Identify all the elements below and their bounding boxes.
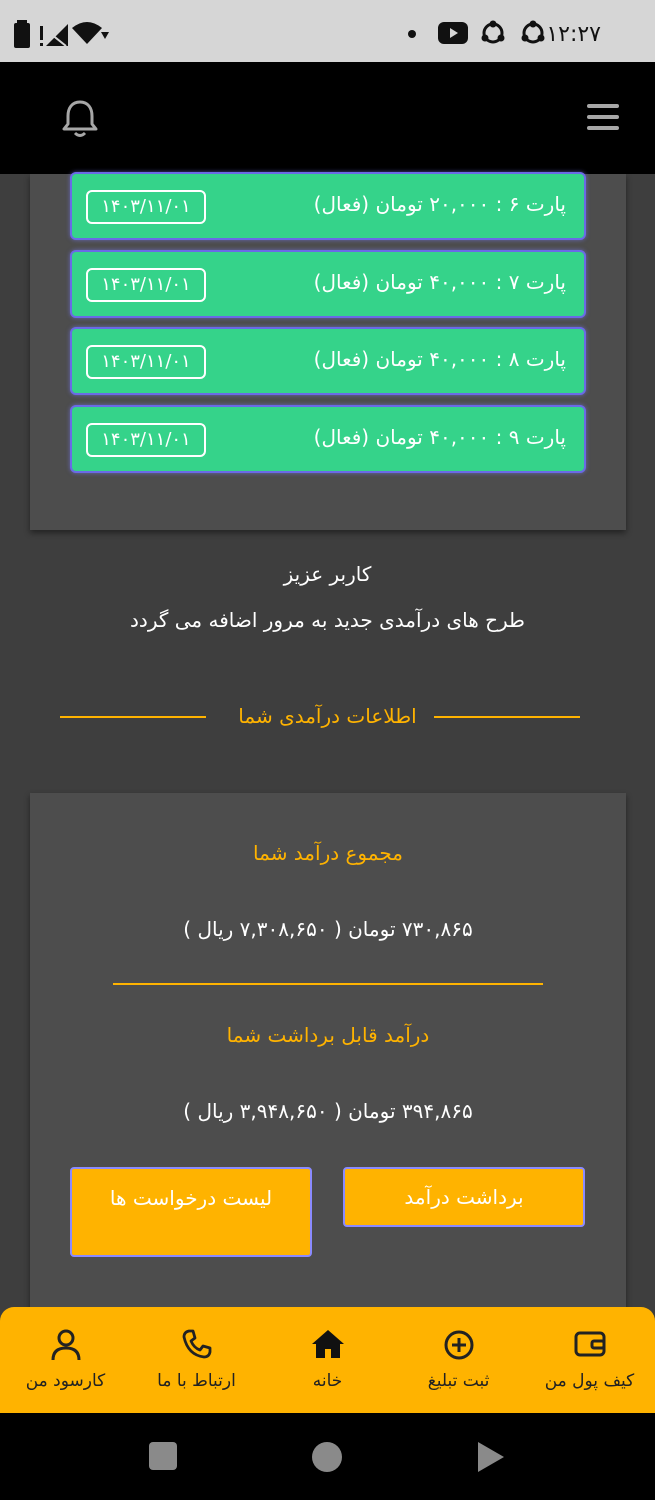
user-icon — [51, 1329, 80, 1361]
nav-wallet[interactable]: کیف پول من — [524, 1307, 655, 1413]
nav-contact-label: ارتباط با ما — [157, 1371, 236, 1391]
income-divider — [113, 983, 543, 985]
signal-icon — [40, 24, 68, 46]
bell-icon[interactable] — [62, 98, 98, 138]
nav-home[interactable]: خانه — [262, 1307, 393, 1413]
parts-card: پارت ۶ : ۲۰,۰۰۰ تومان (فعال) ۱۴۰۳/۱۱/۰۱ … — [30, 172, 626, 530]
notification-dot-icon — [408, 30, 416, 38]
withdraw-button[interactable]: برداشت درآمد — [343, 1167, 585, 1227]
part-label: پارت ۹ : ۴۰,۰۰۰ تومان (فعال) — [313, 425, 566, 449]
menu-icon[interactable] — [587, 104, 619, 130]
wifi-icon — [72, 22, 102, 44]
part-item[interactable]: پارت ۹ : ۴۰,۰۰۰ تومان (فعال) ۱۴۰۳/۱۱/۰۱ — [70, 405, 586, 473]
part-item[interactable]: پارت ۸ : ۴۰,۰۰۰ تومان (فعال) ۱۴۰۳/۱۱/۰۱ — [70, 327, 586, 395]
total-income-value: ۷۳۰,۸۶۵ تومان ( ۷,۳۰۸,۶۵۰ ریال ) — [183, 917, 473, 941]
heading-divider-right — [434, 716, 580, 718]
wifi-arrow-icon — [101, 32, 109, 39]
part-item[interactable]: پارت ۷ : ۴۰,۰۰۰ تومان (فعال) ۱۴۰۳/۱۱/۰۱ — [70, 250, 586, 318]
wallet-icon — [574, 1331, 605, 1357]
withdrawable-income-label: درآمد قابل برداشت شما — [226, 1023, 430, 1047]
youtube-icon — [438, 22, 468, 44]
nav-wallet-label: کیف پول من — [544, 1371, 635, 1391]
section-heading: اطلاعات درآمدی شما — [0, 700, 655, 734]
part-label: پارت ۷ : ۴۰,۰۰۰ تومان (فعال) — [313, 270, 566, 294]
battery-icon — [14, 20, 30, 48]
nav-profile[interactable]: کارسود من — [0, 1307, 131, 1413]
message-greeting: کاربر عزیز — [283, 562, 372, 586]
app-header — [0, 62, 655, 174]
plus-circle-icon — [444, 1330, 473, 1360]
nav-profile-label: کارسود من — [25, 1371, 106, 1391]
sync-icon — [481, 20, 505, 44]
clock: ۱۲:۲۷ — [546, 22, 601, 47]
part-label: پارت ۸ : ۴۰,۰۰۰ تومان (فعال) — [313, 347, 566, 371]
home-icon — [311, 1330, 344, 1358]
part-date: ۱۴۰۳/۱۱/۰۱ — [86, 423, 206, 457]
total-income-label: مجموع درآمد شما — [253, 841, 403, 865]
phone-icon — [182, 1329, 211, 1359]
nav-home-label: خانه — [312, 1371, 343, 1391]
part-label: پارت ۶ : ۲۰,۰۰۰ تومان (فعال) — [313, 192, 566, 216]
part-date: ۱۴۰۳/۱۱/۰۱ — [86, 190, 206, 224]
recents-icon[interactable] — [148, 1441, 178, 1471]
withdrawable-income-value: ۳۹۴,۸۶۵ تومان ( ۳,۹۴۸,۶۵۰ ریال ) — [183, 1099, 473, 1123]
nav-post-ad[interactable]: ثبت تبلیغ — [393, 1307, 524, 1413]
part-date: ۱۴۰۳/۱۱/۰۱ — [86, 268, 206, 302]
status-bar: ۱۲:۲۷ — [0, 0, 655, 62]
system-nav-bar — [0, 1413, 655, 1500]
back-icon[interactable] — [476, 1441, 506, 1473]
part-item[interactable]: پارت ۶ : ۲۰,۰۰۰ تومان (فعال) ۱۴۰۳/۱۱/۰۱ — [70, 172, 586, 240]
part-date: ۱۴۰۳/۱۱/۰۱ — [86, 345, 206, 379]
nav-contact[interactable]: ارتباط با ما — [131, 1307, 262, 1413]
message-text: طرح های درآمدی جدید به مرور اضافه می گرد… — [130, 608, 525, 632]
bottom-nav: کیف پول من ثبت تبلیغ خانه ارتباط با ما ک… — [0, 1307, 655, 1413]
income-card: مجموع درآمد شما ۷۳۰,۸۶۵ تومان ( ۷,۳۰۸,۶۵… — [30, 793, 626, 1313]
requests-list-button[interactable]: لیست درخواست ها — [70, 1167, 312, 1257]
nav-post-ad-label: ثبت تبلیغ — [427, 1371, 490, 1391]
home-circle-icon[interactable] — [311, 1441, 343, 1473]
sync-icon — [521, 20, 545, 44]
